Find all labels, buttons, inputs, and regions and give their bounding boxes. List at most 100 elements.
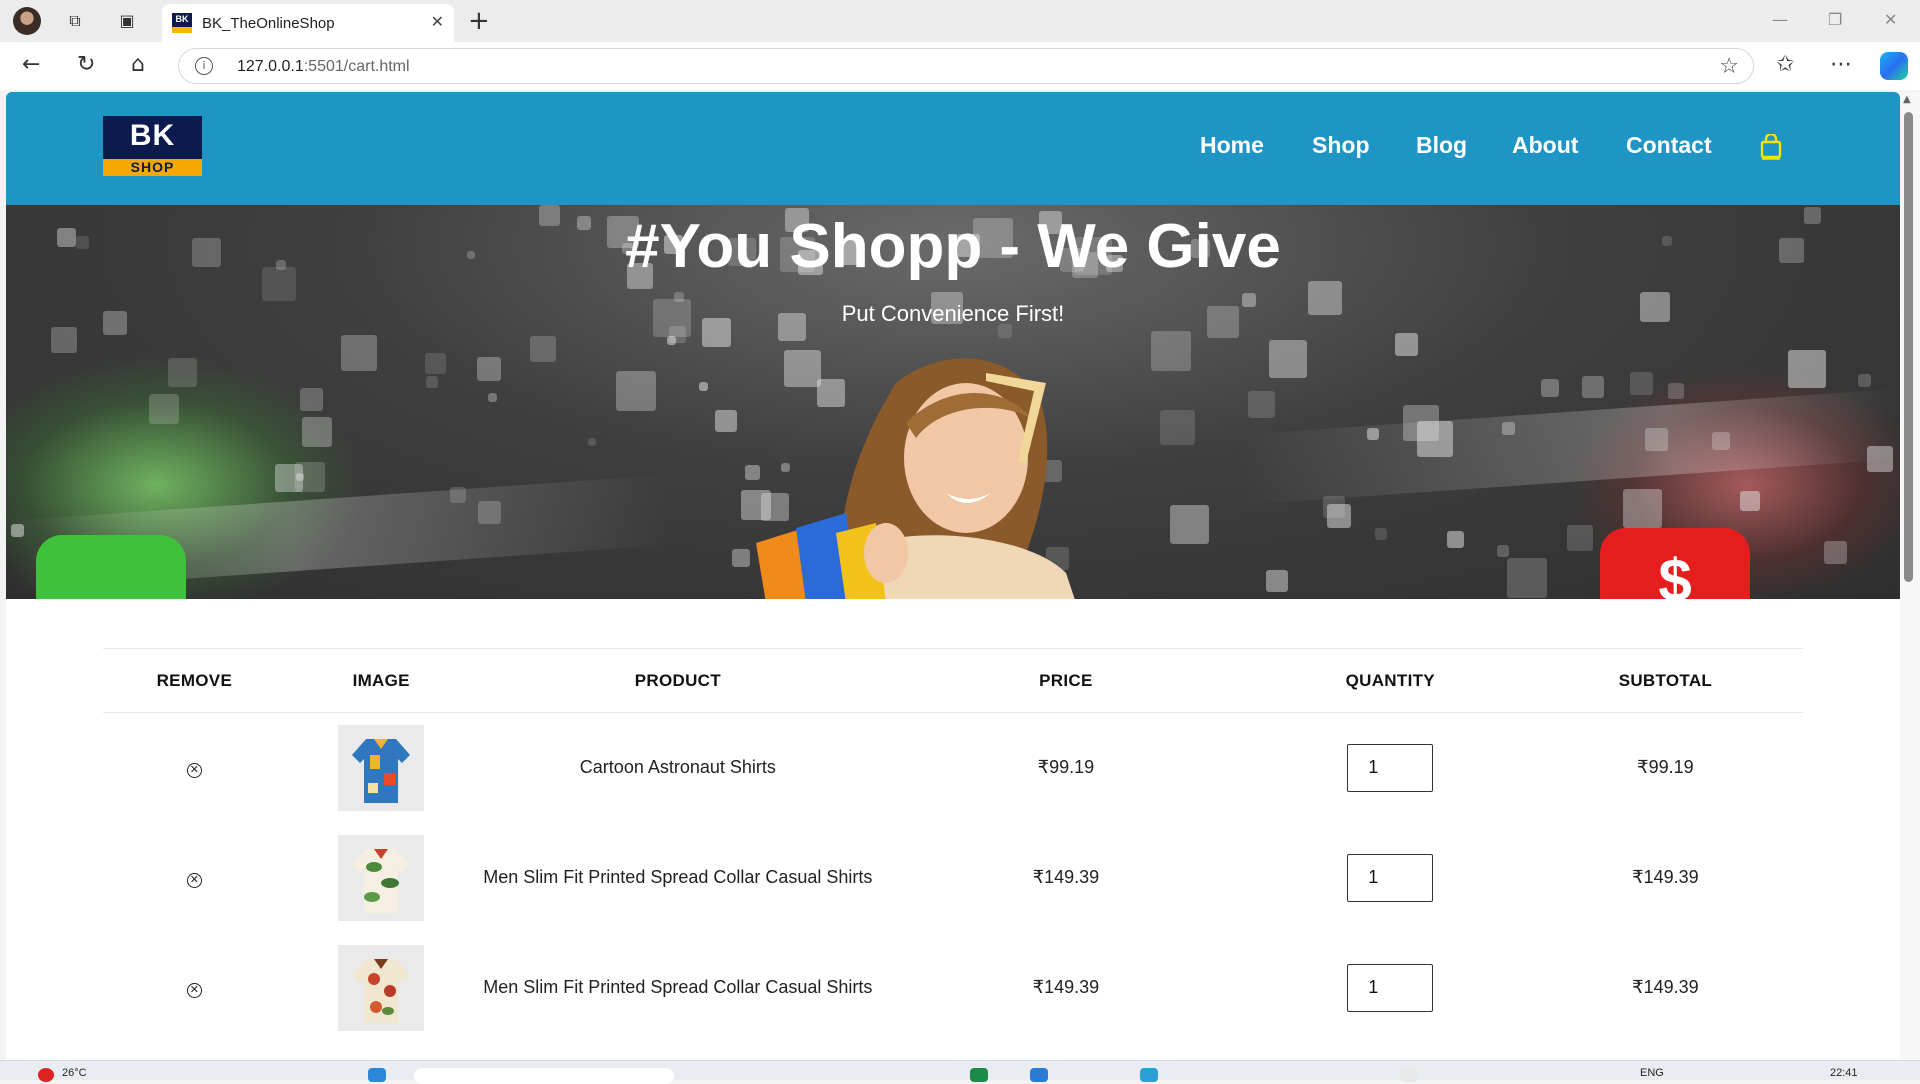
tab-favicon-icon: BK (172, 13, 192, 33)
bokeh-square (1645, 428, 1668, 451)
bokeh-square (1502, 422, 1515, 435)
nav-about[interactable]: About (1512, 132, 1578, 159)
shopping-bag-icon[interactable] (1760, 134, 1782, 160)
nav-shop[interactable]: Shop (1312, 132, 1370, 159)
vertical-tabs-icon[interactable]: ▣ (116, 10, 138, 32)
address-bar[interactable]: i 127.0.0.1:5501/cart.html ☆ (178, 48, 1754, 84)
bokeh-square (1740, 491, 1760, 511)
copilot-icon[interactable] (1880, 52, 1908, 80)
bokeh-square (450, 487, 466, 503)
product-name: Men Slim Fit Printed Spread Collar Casua… (483, 867, 873, 887)
bokeh-square (426, 376, 438, 388)
bokeh-square (1858, 374, 1871, 387)
minimize-icon[interactable]: — (1772, 10, 1788, 29)
favorite-star-icon[interactable]: ☆ (1719, 54, 1739, 79)
bokeh-square (1824, 541, 1847, 564)
bokeh-square (1417, 421, 1453, 457)
bokeh-square (1248, 391, 1275, 418)
cart-tile-icon (36, 535, 186, 599)
logo-text: BK (129, 119, 176, 152)
product-subtotal: ₹99.19 (1637, 757, 1694, 778)
browser-tab-strip: ⧉ ▣ BK BK_TheOnlineShop ✕ + — ❐ ✕ (0, 0, 1920, 42)
site-logo[interactable]: BK SHOP (103, 116, 202, 176)
close-window-icon[interactable]: ✕ (1884, 10, 1897, 29)
reload-icon[interactable]: ↻ (77, 54, 95, 76)
bokeh-square (1507, 558, 1547, 598)
bokeh-square (488, 393, 497, 402)
cart-table: REMOVE IMAGE PRODUCT PRICE QUANTITY SUBT… (103, 648, 1803, 1043)
product-subtotal: ₹149.39 (1632, 867, 1699, 887)
bokeh-square (168, 358, 197, 387)
table-row: ✕ Cartoon Astronaut Shirts ₹99.19 ₹99.19 (103, 713, 1803, 823)
bokeh-square (1788, 350, 1826, 388)
bokeh-square (11, 524, 24, 537)
bokeh-square (149, 394, 179, 424)
hero-title: #You Shopp - We Give (625, 212, 1281, 281)
clock-time[interactable]: 22:41 (1830, 1067, 1858, 1079)
home-icon[interactable]: ⌂ (131, 54, 145, 76)
remove-item-icon[interactable]: ✕ (186, 873, 202, 888)
bokeh-square (1541, 379, 1559, 397)
bokeh-square (1582, 376, 1604, 398)
taskbar-search-box[interactable] (414, 1068, 674, 1084)
quantity-input[interactable] (1347, 963, 1434, 1012)
favorites-icon[interactable]: ✩ (1776, 54, 1794, 76)
site-info-icon[interactable]: i (195, 57, 213, 75)
bokeh-square (1623, 489, 1662, 528)
nav-blog[interactable]: Blog (1416, 132, 1467, 159)
product-thumbnail-image (338, 724, 425, 811)
product-name: Cartoon Astronaut Shirts (579, 757, 776, 778)
col-image: IMAGE (285, 648, 477, 713)
site-header: BK SHOP Home Shop Blog About Contact (6, 92, 1900, 205)
bokeh-square (1630, 372, 1653, 395)
bokeh-square (1447, 531, 1464, 548)
nav-home[interactable]: Home (1200, 132, 1264, 159)
bokeh-square (477, 357, 501, 381)
product-price: ₹149.39 (1032, 867, 1100, 887)
browser-toolbar: ← ↻ ⌂ i 127.0.0.1:5501/cart.html ☆ ✩ ⋯ (0, 42, 1920, 90)
table-row: ✕ Men Slim Fit Printed Spread Collar Cas… (103, 823, 1803, 933)
bokeh-square (1497, 545, 1509, 557)
col-product: PRODUCT (476, 648, 880, 713)
quantity-input[interactable] (1347, 853, 1434, 902)
input-language[interactable]: ENG (1640, 1067, 1664, 1079)
restore-icon[interactable]: ❐ (1828, 10, 1842, 29)
workspaces-icon[interactable]: ⧉ (64, 10, 86, 32)
logo-subtext: SHOP (103, 159, 202, 176)
remove-item-icon[interactable]: ✕ (186, 763, 202, 779)
bokeh-square (275, 464, 303, 492)
bokeh-square (1367, 428, 1379, 440)
back-icon[interactable]: ← (22, 54, 40, 76)
product-thumbnail-image (338, 834, 425, 921)
tab-title: BK_TheOnlineShop (202, 15, 335, 32)
nav-contact[interactable]: Contact (1626, 132, 1712, 159)
more-menu-icon[interactable]: ⋯ (1830, 54, 1852, 76)
bokeh-square (1867, 446, 1893, 472)
col-quantity: QUANTITY (1252, 648, 1528, 713)
bokeh-square (478, 501, 501, 524)
weather-temp[interactable]: 26°C (62, 1067, 87, 1079)
woman-with-shopping-bags-image (756, 358, 1075, 599)
bokeh-square (1712, 432, 1730, 450)
browser-tab-active[interactable]: BK BK_TheOnlineShop ✕ (162, 4, 454, 42)
url-text[interactable]: 127.0.0.1:5501/cart.html (237, 58, 410, 76)
bokeh-square (341, 335, 377, 371)
quantity-input[interactable] (1347, 743, 1434, 792)
bokeh-square (1567, 525, 1593, 551)
cart-table-header-row: REMOVE IMAGE PRODUCT PRICE QUANTITY SUBT… (103, 648, 1803, 713)
profile-avatar[interactable] (13, 7, 41, 35)
bokeh-square (1668, 383, 1684, 399)
product-price: ₹149.39 (1032, 977, 1100, 997)
product-thumbnail-image (338, 944, 425, 1031)
bokeh-square (530, 336, 556, 362)
bokeh-square (1395, 333, 1418, 356)
bokeh-square (302, 417, 332, 447)
remove-item-icon[interactable]: ✕ (186, 983, 202, 998)
close-tab-icon[interactable]: ✕ (431, 12, 444, 31)
product-price: ₹99.19 (1037, 757, 1095, 778)
dollar-tile-icon: $ (1600, 528, 1750, 599)
scrollbar-thumb[interactable] (1904, 112, 1913, 582)
scroll-up-arrow-icon[interactable]: ▲ (1903, 94, 1911, 105)
bokeh-square (425, 353, 446, 374)
new-tab-icon[interactable]: + (468, 6, 490, 36)
